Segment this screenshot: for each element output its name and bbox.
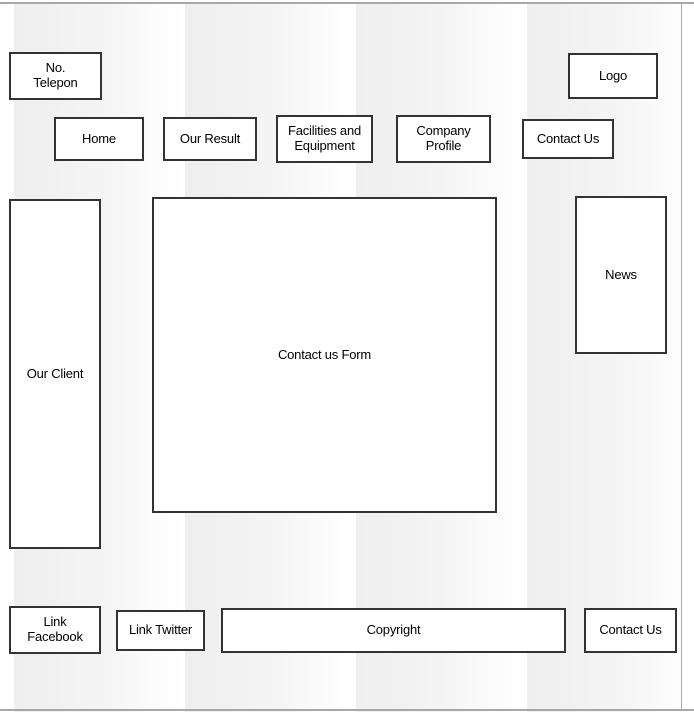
footer-link-twitter[interactable]: Link Twitter bbox=[116, 610, 205, 651]
nav-item-company-profile[interactable]: Company Profile bbox=[396, 115, 491, 163]
nav-item-our-result[interactable]: Our Result bbox=[163, 117, 257, 161]
nav-item-contact-us[interactable]: Contact Us bbox=[522, 119, 614, 159]
wireframe-page: No. Telepon Logo Home Our Result Facilit… bbox=[0, 0, 694, 718]
footer-copyright: Copyright bbox=[221, 608, 566, 653]
nav-item-home[interactable]: Home bbox=[54, 117, 144, 161]
frame-bottom-divider bbox=[0, 709, 694, 711]
contact-us-form-panel[interactable]: Contact us Form bbox=[152, 197, 497, 513]
footer-contact-us[interactable]: Contact Us bbox=[584, 608, 677, 653]
frame-right-divider bbox=[681, 2, 682, 711]
phone-number-block: No. Telepon bbox=[9, 52, 102, 100]
footer-link-facebook[interactable]: Link Facebook bbox=[9, 606, 101, 654]
nav-item-facilities-and-equipment[interactable]: Facilities and Equipment bbox=[276, 115, 373, 163]
our-client-panel: Our Client bbox=[9, 199, 101, 549]
logo-block: Logo bbox=[568, 53, 658, 99]
news-panel: News bbox=[575, 196, 667, 354]
frame-top-divider bbox=[0, 2, 694, 4]
